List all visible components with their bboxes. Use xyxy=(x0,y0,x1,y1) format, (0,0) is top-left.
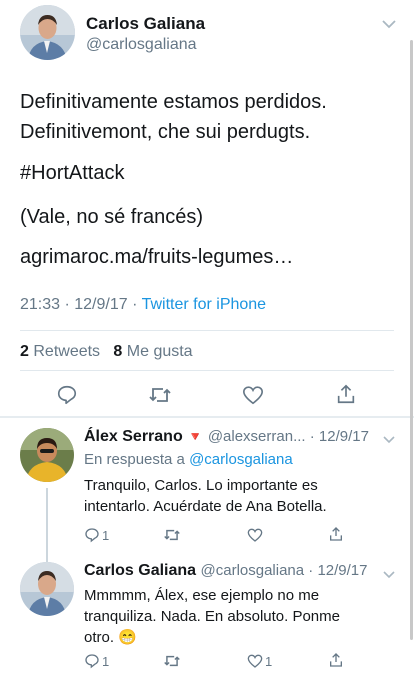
section-divider xyxy=(0,416,414,418)
reply-count: 1 xyxy=(102,653,110,669)
reply-author-name[interactable]: Carlos Galiana xyxy=(84,562,196,579)
tweet-stats: 2 Retweets 8 Me gusta xyxy=(20,343,193,361)
reply-handle-date[interactable]: @carlosgaliana · 12/9/17 xyxy=(201,562,368,579)
share-button[interactable] xyxy=(328,526,344,542)
retweets-count: 2 xyxy=(20,343,29,360)
retweet-icon xyxy=(164,529,180,541)
retweet-button[interactable] xyxy=(163,527,181,543)
author-name[interactable]: Carlos Galiana xyxy=(86,14,205,34)
heart-icon xyxy=(247,528,263,542)
tweet-text: Definitivamente estamos perdidos. Defini… xyxy=(20,87,327,147)
chevron-down-icon[interactable] xyxy=(383,431,395,449)
retweet-button[interactable] xyxy=(163,653,181,669)
heart-icon xyxy=(247,654,263,668)
retweet-icon xyxy=(149,388,171,402)
reply-text: Mmmmm, Álex, ese ejemplo no me tranquili… xyxy=(84,587,340,646)
retweets-stat[interactable]: 2 Retweets xyxy=(20,343,100,360)
hashtag-link[interactable]: #HortAttack xyxy=(20,158,124,188)
reply-icon xyxy=(57,385,77,405)
share-button[interactable] xyxy=(328,652,344,668)
heart-icon xyxy=(243,386,263,405)
badge-icon: 🔻 xyxy=(187,429,204,444)
like-button[interactable]: 1 xyxy=(247,653,272,669)
reply-button[interactable]: 1 xyxy=(84,653,109,669)
reply-handle-date[interactable]: @alexserran... · 12/9/17 xyxy=(208,428,369,445)
reply-header: Carlos Galiana @carlosgaliana · 12/9/17 xyxy=(84,562,368,580)
tweet-meta: 21:33 · 12/9/17 · Twitter for iPhone xyxy=(20,296,266,314)
reply-icon xyxy=(85,528,99,543)
avatar[interactable] xyxy=(20,5,75,60)
retweet-icon xyxy=(164,655,180,667)
reply-count: 1 xyxy=(102,527,110,543)
url-link[interactable]: agrimaroc.ma/fruits-legumes… xyxy=(20,242,293,272)
like-button[interactable] xyxy=(247,527,265,543)
tweet-line: (Vale, no sé francés) xyxy=(20,206,204,228)
divider xyxy=(20,330,394,331)
retweet-button[interactable] xyxy=(148,384,172,406)
timestamp: 21:33 · 12/9/17 · xyxy=(20,296,138,313)
tweet-line: Definitivemont, che sui perdugts. xyxy=(20,121,311,143)
avatar[interactable] xyxy=(20,562,74,616)
author-handle[interactable]: @carlosgaliana xyxy=(86,36,197,54)
avatar[interactable] xyxy=(20,428,74,482)
reply-text: Tranquilo, Carlos. Lo importante es inte… xyxy=(84,477,327,515)
divider xyxy=(20,370,394,371)
scrollbar[interactable] xyxy=(410,40,413,640)
retweets-label: Retweets xyxy=(33,343,101,360)
reply-header: Álex Serrano 🔻 @alexserran... · 12/9/17 xyxy=(84,428,369,446)
like-count: 1 xyxy=(265,653,273,669)
tweet-line: Definitivamente estamos perdidos. xyxy=(20,91,327,113)
chevron-down-icon[interactable] xyxy=(382,16,396,34)
share-button[interactable] xyxy=(335,383,357,405)
reply-to: En respuesta a @carlosgaliana xyxy=(84,451,293,468)
reply-author-name[interactable]: Álex Serrano xyxy=(84,428,183,445)
share-icon xyxy=(330,653,342,667)
reply-to-label: En respuesta a xyxy=(84,451,185,468)
likes-label: Me gusta xyxy=(126,343,193,360)
share-icon xyxy=(337,384,355,404)
likes-count: 8 xyxy=(113,343,123,360)
reply-to-handle[interactable]: @carlosgaliana xyxy=(189,451,293,468)
chevron-down-icon[interactable] xyxy=(383,566,395,584)
reply-button[interactable]: 1 xyxy=(84,527,109,543)
reply-icon xyxy=(85,654,99,669)
source-link[interactable]: Twitter for iPhone xyxy=(142,296,267,313)
reply-button[interactable] xyxy=(56,384,78,406)
thread-line xyxy=(46,540,48,562)
like-button[interactable] xyxy=(242,384,264,406)
share-icon xyxy=(330,527,342,541)
likes-stat[interactable]: 8 Me gusta xyxy=(113,343,192,360)
